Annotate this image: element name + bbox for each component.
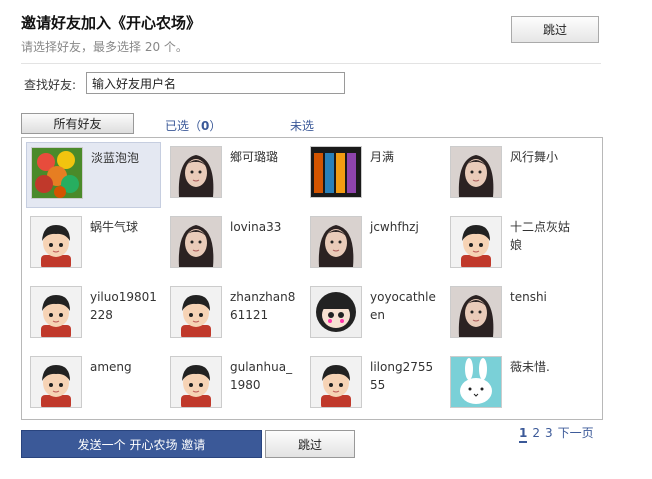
friend-item[interactable]: lilong275555 bbox=[306, 352, 441, 418]
friend-item[interactable]: 薇未惜. bbox=[446, 352, 581, 418]
tab-all-friends[interactable]: 所有好友 bbox=[21, 113, 134, 134]
friend-name: 风行舞小 bbox=[510, 150, 559, 164]
friend-name: yoyocathleen bbox=[370, 290, 436, 322]
friend-name: lilong275555 bbox=[370, 360, 434, 392]
friend-item[interactable]: jcwhfhzj bbox=[306, 212, 441, 278]
friend-item[interactable]: yiluo19801228 bbox=[26, 282, 161, 348]
page-link-3[interactable]: 3 bbox=[545, 426, 553, 440]
friend-avatar bbox=[170, 286, 222, 338]
friend-grid: 淡蓝泡泡 鄉可璐璐 月满 风行舞小蜗牛气球 lovina33 jcwhfhzj 十二点灰姑娘… bbox=[21, 137, 603, 420]
friend-item[interactable]: 蜗牛气球 bbox=[26, 212, 161, 278]
friend-item[interactable]: zhanzhan861121 bbox=[166, 282, 301, 348]
friend-item[interactable]: ameng bbox=[26, 352, 161, 418]
friend-name: tenshi bbox=[510, 290, 547, 304]
pagination: 1 2 3 下一页 bbox=[519, 424, 599, 443]
tab-unselected[interactable]: 未选 bbox=[290, 117, 314, 134]
friend-name: 十二点灰姑娘 bbox=[510, 220, 571, 252]
page-link-2[interactable]: 2 bbox=[532, 426, 540, 440]
friend-item[interactable]: 十二点灰姑娘 bbox=[446, 212, 581, 278]
friend-avatar bbox=[310, 286, 362, 338]
tab-selected-suffix: ） bbox=[209, 119, 222, 133]
friend-item[interactable]: lovina33 bbox=[166, 212, 301, 278]
friend-name: gulanhua_1980 bbox=[230, 360, 293, 392]
friend-avatar bbox=[450, 216, 502, 268]
friend-avatar bbox=[450, 146, 502, 198]
friend-item[interactable]: 风行舞小 bbox=[446, 142, 581, 208]
friend-avatar bbox=[310, 146, 362, 198]
friend-name: 蜗牛气球 bbox=[90, 220, 139, 234]
friend-avatar bbox=[170, 216, 222, 268]
friend-avatar bbox=[310, 216, 362, 268]
skip-button-bottom[interactable]: 跳过 bbox=[265, 430, 355, 458]
search-input[interactable] bbox=[86, 72, 345, 94]
page-link-1[interactable]: 1 bbox=[519, 426, 528, 443]
friend-name: lovina33 bbox=[230, 220, 282, 234]
friend-item[interactable]: 淡蓝泡泡 bbox=[26, 142, 161, 208]
friend-item[interactable]: gulanhua_1980 bbox=[166, 352, 301, 418]
page-title: 邀请好友加入《开心农场》 bbox=[21, 14, 202, 32]
friend-avatar bbox=[170, 356, 222, 408]
skip-button-top[interactable]: 跳过 bbox=[511, 16, 599, 43]
tab-selected-prefix: 已选（ bbox=[165, 119, 202, 133]
friend-name: 鄉可璐璐 bbox=[230, 150, 279, 164]
friend-avatar bbox=[310, 356, 362, 408]
friend-name: ameng bbox=[90, 360, 132, 374]
friend-item[interactable]: 鄉可璐璐 bbox=[166, 142, 301, 208]
friend-name: 月满 bbox=[370, 150, 395, 164]
friend-name: zhanzhan861121 bbox=[230, 290, 296, 322]
tab-selected[interactable]: 已选（0） bbox=[165, 117, 221, 134]
page-subtitle: 请选择好友，最多选择 20 个。 bbox=[21, 40, 188, 54]
friend-item[interactable]: 月满 bbox=[306, 142, 441, 208]
friend-avatar bbox=[170, 146, 222, 198]
friend-name: 淡蓝泡泡 bbox=[91, 151, 140, 165]
friend-name: 薇未惜. bbox=[510, 360, 550, 374]
friend-avatar bbox=[31, 147, 83, 199]
friend-name: jcwhfhzj bbox=[370, 220, 419, 234]
friend-item[interactable]: yoyocathleen bbox=[306, 282, 441, 348]
friend-avatar bbox=[450, 286, 502, 338]
friend-avatar bbox=[30, 216, 82, 268]
friend-avatar bbox=[450, 356, 502, 408]
send-invite-button[interactable]: 发送一个 开心农场 邀请 bbox=[21, 430, 262, 458]
friend-avatar bbox=[30, 286, 82, 338]
friend-name: yiluo19801228 bbox=[90, 290, 157, 322]
friend-avatar bbox=[30, 356, 82, 408]
search-label: 查找好友: bbox=[24, 78, 77, 92]
divider bbox=[21, 63, 601, 64]
next-page-link[interactable]: 下一页 bbox=[558, 426, 594, 440]
friend-item[interactable]: tenshi bbox=[446, 282, 581, 348]
